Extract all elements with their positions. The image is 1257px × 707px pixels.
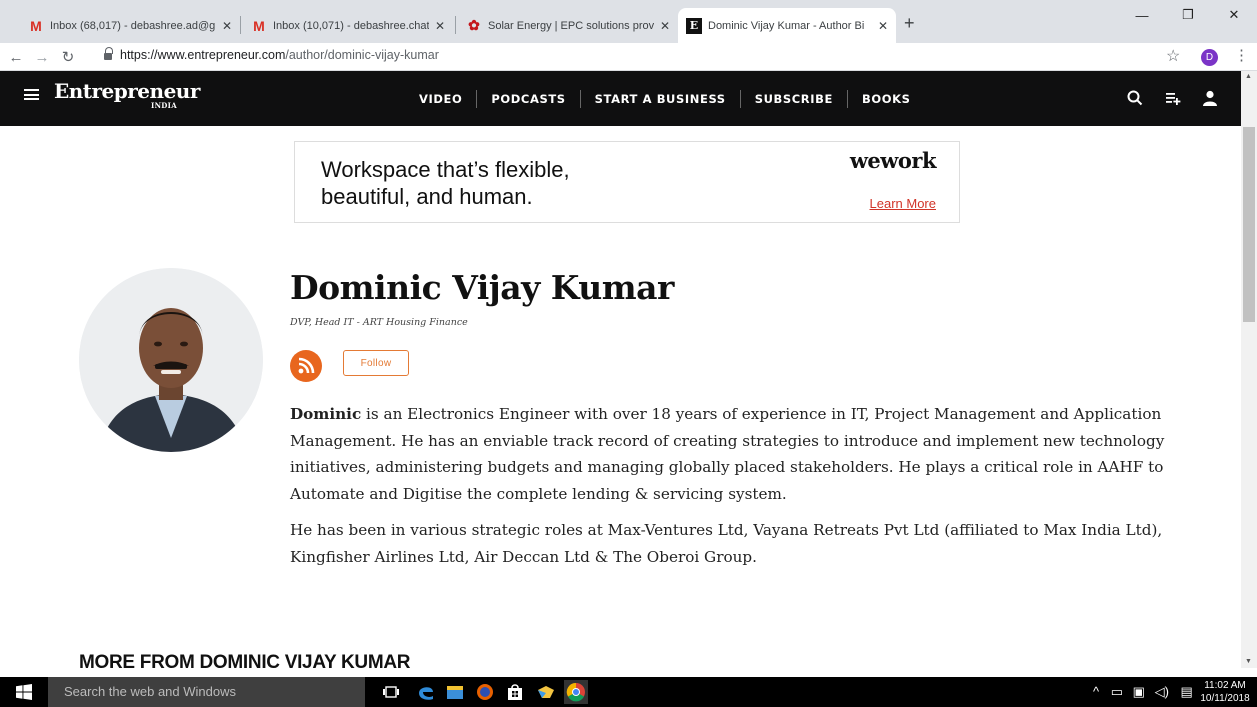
- gmail-icon: M: [253, 17, 265, 34]
- task-view-icon[interactable]: [381, 682, 401, 702]
- bio-author-name: Dominic: [290, 405, 362, 423]
- tab-title: Inbox (10,071) - debashree.chatt: [273, 19, 429, 32]
- ad-headline-line: Workspace that’s flexible,: [321, 157, 570, 182]
- close-tab-icon[interactable]: ✕: [660, 19, 670, 33]
- menu-item-podcasts[interactable]: PODCASTS: [476, 89, 579, 108]
- site-header: Entrepreneur INDIA VIDEO PODCASTS START …: [0, 71, 1241, 126]
- windows-taskbar: Search the web and Windows ^ ▭ ▣ ◁) ▤ 11…: [0, 677, 1257, 707]
- clock-date: 10/11/2018: [1200, 693, 1250, 704]
- taskbar-clock[interactable]: 11:02 AM 10/11/2018: [1197, 679, 1253, 705]
- reload-icon[interactable]: ↻: [57, 46, 79, 68]
- ad-brand-logo: wework: [849, 148, 937, 173]
- tab-divider: [240, 16, 241, 34]
- follow-button[interactable]: Follow: [343, 350, 409, 376]
- ad-learn-more-link[interactable]: Learn More: [870, 196, 936, 211]
- firefox-icon[interactable]: [475, 682, 495, 702]
- lock-icon: [104, 47, 113, 60]
- url-host: https://www.entrepreneur.com: [120, 48, 286, 62]
- rss-feed-button[interactable]: [290, 350, 322, 382]
- close-tab-icon[interactable]: ✕: [435, 19, 445, 33]
- windows-start-button[interactable]: [0, 677, 48, 707]
- hamburger-menu-icon[interactable]: [24, 89, 39, 100]
- bio-paragraph: He has been in various strategic roles a…: [290, 521, 1163, 566]
- tab-title: Solar Energy | EPC solutions prov: [488, 19, 654, 32]
- solar-icon: ✿: [468, 17, 480, 33]
- scroll-up-icon[interactable]: ▲: [1245, 73, 1252, 80]
- url-path: /author/dominic-vijay-kumar: [285, 48, 439, 62]
- playlist-add-icon[interactable]: [1164, 89, 1182, 107]
- author-role: DVP, Head IT - ART Housing Finance: [290, 317, 468, 328]
- menu-item-start-a-business[interactable]: START A BUSINESS: [579, 89, 740, 108]
- author-name: Dominic Vijay Kumar: [290, 268, 674, 307]
- ad-headline: Workspace that’s flexible, beautiful, an…: [321, 156, 741, 210]
- url-field[interactable]: https://www.entrepreneur.com/author/domi…: [120, 48, 439, 62]
- menu-item-video[interactable]: VIDEO: [405, 90, 476, 108]
- close-tab-icon[interactable]: ✕: [878, 19, 888, 33]
- store-icon[interactable]: [505, 682, 525, 702]
- scrollbar-thumb[interactable]: [1243, 127, 1255, 322]
- chrome-icon[interactable]: [564, 680, 588, 704]
- clock-time: 11:02 AM: [1204, 680, 1246, 691]
- menu-item-subscribe[interactable]: SUBSCRIBE: [739, 89, 847, 108]
- back-icon[interactable]: ←: [5, 46, 27, 68]
- display-icon[interactable]: ▣: [1133, 684, 1145, 699]
- tab-title: Inbox (68,017) - debashree.ad@g: [50, 19, 216, 32]
- photos-app-icon[interactable]: [536, 682, 556, 702]
- gmail-icon: M: [30, 17, 42, 34]
- entrepreneur-icon: E: [686, 17, 702, 34]
- file-explorer-icon[interactable]: [445, 682, 465, 702]
- tab-entrepreneur-active[interactable]: E Dominic Vijay Kumar - Author Bi ✕: [678, 8, 896, 43]
- tab-solar[interactable]: ✿ Solar Energy | EPC solutions prov ✕: [458, 8, 678, 43]
- author-bio: Dominic is an Electronics Engineer with …: [290, 401, 1180, 580]
- rss-icon: [298, 357, 315, 374]
- close-window-icon[interactable]: ✕: [1211, 0, 1257, 30]
- tab-gmail-1[interactable]: M Inbox (68,017) - debashree.ad@g ✕: [20, 8, 240, 43]
- minimize-icon[interactable]: —: [1119, 0, 1165, 30]
- taskbar-search-input[interactable]: Search the web and Windows: [48, 677, 365, 707]
- browser-menu-icon[interactable]: ⋮: [1234, 46, 1249, 64]
- search-icon[interactable]: [1126, 89, 1144, 107]
- tab-gmail-2[interactable]: M Inbox (10,071) - debashree.chatt ✕: [243, 8, 453, 43]
- user-icon[interactable]: [1201, 89, 1219, 107]
- new-tab-icon[interactable]: +: [904, 13, 915, 34]
- more-from-heading: MORE FROM DOMINIC VIJAY KUMAR: [79, 652, 411, 673]
- main-menu: VIDEO PODCASTS START A BUSINESS SUBSCRIB…: [405, 71, 924, 126]
- bio-text: is an Electronics Engineer with over 18 …: [290, 405, 1165, 503]
- notifications-icon[interactable]: ▤: [1181, 684, 1193, 699]
- system-tray: ^ ▭ ▣ ◁) ▤: [1093, 684, 1193, 700]
- chevron-up-icon[interactable]: ^: [1093, 684, 1099, 699]
- restore-icon[interactable]: ❐: [1165, 0, 1211, 30]
- edge-browser-icon[interactable]: [416, 682, 436, 702]
- menu-item-books[interactable]: BOOKS: [846, 89, 925, 108]
- bio-paragraph: Dominic is an Electronics Engineer with …: [290, 401, 1180, 507]
- browser-tab-strip: M Inbox (68,017) - debashree.ad@g ✕ M In…: [0, 0, 1257, 43]
- windows-logo-icon: [16, 684, 32, 700]
- close-tab-icon[interactable]: ✕: [222, 19, 232, 33]
- tab-divider: [455, 16, 456, 34]
- address-bar: ← → ↻ https://www.entrepreneur.com/autho…: [0, 43, 1257, 71]
- tab-title: Dominic Vijay Kumar - Author Bi: [708, 19, 865, 32]
- volume-icon[interactable]: ◁): [1155, 684, 1169, 699]
- forward-icon[interactable]: →: [31, 46, 53, 68]
- scroll-down-icon[interactable]: ▼: [1245, 658, 1252, 665]
- network-icon[interactable]: ▭: [1111, 684, 1123, 699]
- site-logo[interactable]: Entrepreneur: [54, 81, 200, 101]
- site-logo-subtitle: INDIA: [151, 101, 177, 110]
- page-scrollbar[interactable]: ▲ ▼: [1241, 71, 1257, 668]
- author-avatar: [79, 268, 263, 452]
- bookmark-star-icon[interactable]: ☆: [1166, 46, 1180, 66]
- ad-headline-line: beautiful, and human.: [321, 184, 533, 209]
- ad-banner[interactable]: Workspace that’s flexible, beautiful, an…: [294, 141, 960, 223]
- profile-avatar[interactable]: D: [1201, 49, 1218, 66]
